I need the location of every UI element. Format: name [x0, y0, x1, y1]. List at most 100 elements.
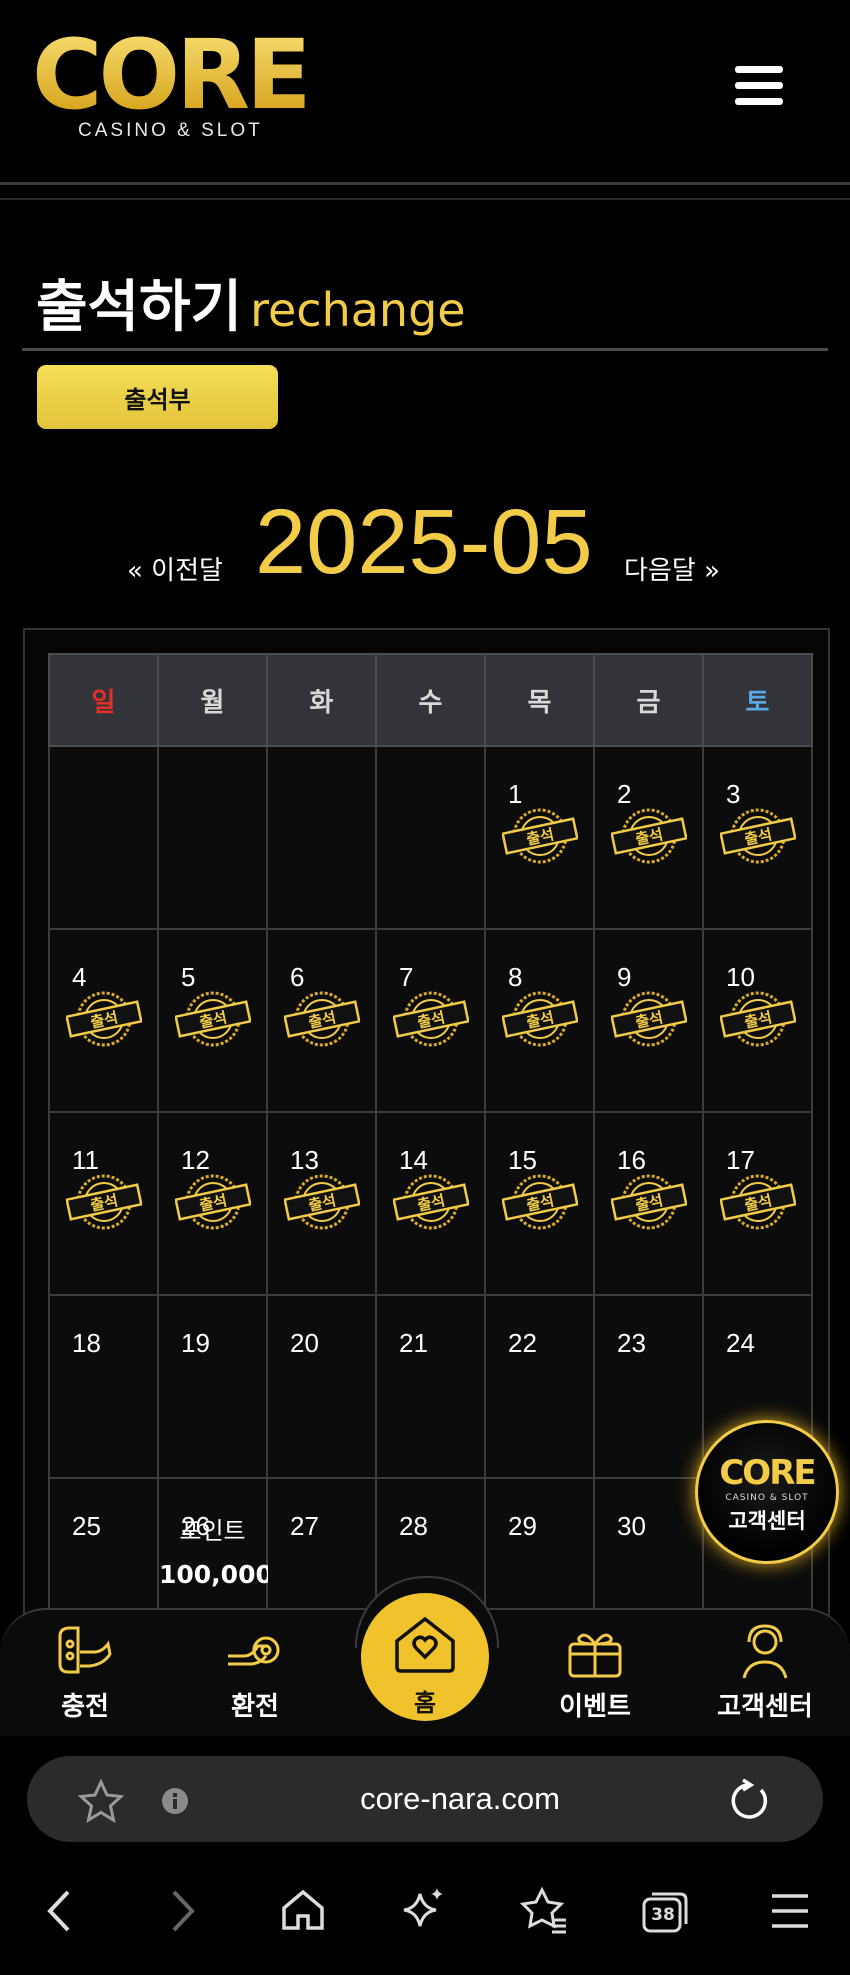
calendar-day-cell[interactable]: 19 — [157, 1294, 268, 1479]
withdraw-icon — [228, 1636, 280, 1666]
weekday-header: 화 — [266, 653, 377, 747]
forward-icon[interactable] — [168, 1888, 198, 1934]
calendar-day-cell[interactable]: 10 출석 — [702, 928, 813, 1113]
weekday-header: 목 — [484, 653, 595, 747]
calendar-day-cell[interactable]: 23 — [593, 1294, 704, 1479]
nav-home-label: 홈 — [413, 1689, 437, 1717]
logo[interactable]: CORE — [32, 27, 312, 123]
day-number: 5 — [181, 962, 196, 992]
day-number: 3 — [726, 779, 741, 809]
day-number: 13 — [290, 1145, 319, 1175]
calendar-day-cell[interactable]: 15 출석 — [484, 1111, 595, 1296]
divider — [0, 182, 850, 185]
page-title: 출석하기 rechange — [36, 262, 466, 343]
attendance-stamp-icon: 출석 — [175, 1174, 251, 1230]
calendar-day-cell[interactable]: 9 출석 — [593, 928, 704, 1113]
calendar-day-cell[interactable]: 11 출석 — [48, 1111, 159, 1296]
prev-month-link[interactable]: « 이전달 — [127, 550, 223, 587]
weekday-header: 일 — [48, 653, 159, 747]
calendar-day-cell[interactable]: 12 출석 — [157, 1111, 268, 1296]
calendar-day-cell[interactable]: 14 출석 — [375, 1111, 486, 1296]
day-number: 11 — [72, 1145, 99, 1175]
day-number: 14 — [399, 1145, 428, 1175]
calendar-day-cell[interactable]: 1 출석 — [484, 745, 595, 930]
attendance-stamp-icon: 출석 — [611, 1174, 687, 1230]
support-icon — [742, 1624, 788, 1679]
cs-badge-sub: CASINO & SLOT — [725, 1493, 809, 1503]
site-info-icon[interactable] — [160, 1786, 190, 1816]
weekday-header: 수 — [375, 653, 486, 747]
calendar-day-cell[interactable]: 3 출석 — [702, 745, 813, 930]
day-number: 19 — [181, 1328, 210, 1358]
nav-withdraw-label: 환전 — [231, 1692, 279, 1722]
url-text[interactable]: core-nara.com — [300, 1781, 620, 1817]
calendar-day-cell[interactable]: 4 출석 — [48, 928, 159, 1113]
reload-icon[interactable] — [725, 1778, 771, 1824]
nav-withdraw[interactable]: 환전 — [195, 1622, 315, 1723]
calendar-day-cell[interactable]: 13 출석 — [266, 1111, 377, 1296]
calendar-day-cell[interactable]: 5 출석 — [157, 928, 268, 1113]
day-number: 4 — [72, 962, 87, 992]
back-icon[interactable] — [44, 1888, 74, 1934]
calendar-day-cell[interactable]: 17 출석 — [702, 1111, 813, 1296]
attendance-stamp-icon: 출석 — [66, 991, 142, 1047]
day-number: 20 — [290, 1328, 319, 1358]
bookmarks-icon[interactable] — [520, 1886, 568, 1934]
calendar-day-cell[interactable]: 2 출석 — [593, 745, 704, 930]
sparkle-icon[interactable] — [400, 1886, 446, 1934]
attendance-stamp-icon: 출석 — [66, 1174, 142, 1230]
nav-support[interactable]: 고객센터 — [705, 1622, 825, 1723]
point-reward: 포인트 100,000 — [159, 1509, 273, 1597]
day-number: 1 — [508, 779, 523, 809]
bookmark-star-icon[interactable] — [78, 1779, 124, 1823]
attendance-book-button[interactable]: 출석부 — [37, 365, 278, 429]
weekday-header: 금 — [593, 653, 704, 747]
day-number: 10 — [726, 962, 755, 992]
customer-center-float-button[interactable]: CORE CASINO & SLOT 고객센터 — [695, 1420, 839, 1564]
menu-icon[interactable] — [735, 66, 783, 110]
calendar-day-cell[interactable]: 6 출석 — [266, 928, 377, 1113]
attendance-stamp-icon: 출석 — [393, 991, 469, 1047]
attendance-stamp-icon: 출석 — [393, 1174, 469, 1230]
tabs-button[interactable]: 38 — [642, 1891, 688, 1933]
calendar-day-cell[interactable]: 8 출석 — [484, 928, 595, 1113]
calendar-day-cell[interactable]: 18 — [48, 1294, 159, 1479]
day-number: 21 — [399, 1328, 428, 1358]
logo-subtitle: CASINO & SLOT — [78, 120, 263, 141]
attendance-stamp-icon: 출석 — [284, 1174, 360, 1230]
day-number: 23 — [617, 1328, 646, 1358]
calendar-empty-cell — [157, 745, 268, 930]
page-title-en: rechange — [250, 283, 466, 337]
day-number: 15 — [508, 1145, 537, 1175]
attendance-stamp-icon: 출석 — [611, 808, 687, 864]
calendar-day-cell[interactable]: 22 — [484, 1294, 595, 1479]
attendance-stamp-icon: 출석 — [284, 991, 360, 1047]
attendance-stamp-icon: 출석 — [502, 808, 578, 864]
nav-event-label: 이벤트 — [559, 1692, 631, 1722]
day-number: 2 — [617, 779, 632, 809]
day-number: 8 — [508, 962, 523, 992]
title-divider — [22, 348, 828, 351]
day-number: 29 — [508, 1511, 537, 1541]
calendar-empty-cell — [375, 745, 486, 930]
calendar-empty-cell — [48, 745, 159, 930]
calendar-day-cell[interactable]: 20 — [266, 1294, 377, 1479]
home-heart-icon — [395, 1616, 455, 1673]
calendar-day-cell[interactable]: 7 출석 — [375, 928, 486, 1113]
divider — [0, 198, 850, 200]
deposit-icon — [58, 1626, 112, 1674]
attendance-stamp-icon: 출석 — [720, 808, 796, 864]
menu-lines-icon[interactable] — [770, 1892, 810, 1930]
browser-home-icon[interactable] — [280, 1888, 326, 1932]
calendar-day-cell[interactable]: 21 — [375, 1294, 486, 1479]
day-number: 28 — [399, 1511, 428, 1541]
nav-home[interactable]: 홈 — [361, 1593, 489, 1721]
attendance-stamp-icon: 출석 — [502, 1174, 578, 1230]
next-month-link[interactable]: 다음달 » — [624, 550, 720, 587]
tab-count: 38 — [651, 1905, 675, 1925]
calendar-day-cell[interactable]: 16 출석 — [593, 1111, 704, 1296]
nav-deposit[interactable]: 충전 — [25, 1622, 145, 1723]
nav-event[interactable]: 이벤트 — [535, 1622, 655, 1723]
nav-support-label: 고객센터 — [717, 1692, 813, 1722]
nav-deposit-label: 충전 — [61, 1692, 109, 1722]
